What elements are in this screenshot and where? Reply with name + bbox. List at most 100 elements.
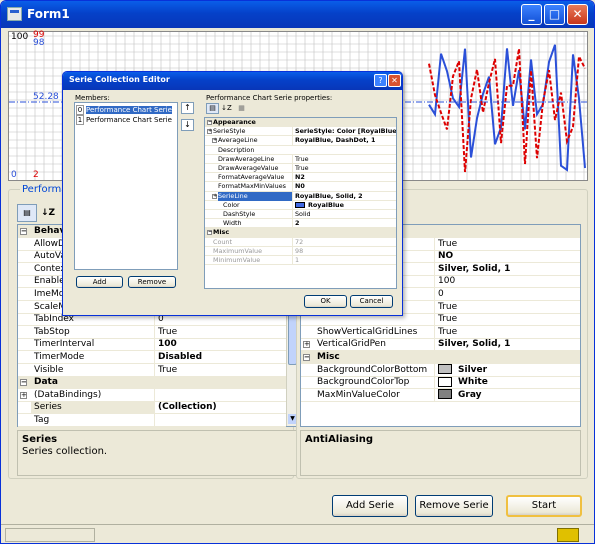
property-value[interactable]: RoyalBlue, DashDot, 1	[292, 136, 396, 146]
property-value[interactable]: N0	[292, 182, 396, 192]
property-row[interactable]: Count 72	[205, 237, 396, 247]
property-row[interactable]: Width 2	[205, 219, 396, 229]
property-value[interactable]	[154, 388, 286, 401]
property-row[interactable]: + (DataBindings)	[18, 388, 286, 402]
property-row[interactable]: FormatAverageValue N2	[205, 173, 396, 183]
expand-icon[interactable]: +	[207, 129, 212, 135]
member-item[interactable]: 1 Performance Chart Serie	[76, 115, 176, 125]
category-row[interactable]: − Misc	[205, 228, 396, 238]
expand-icon[interactable]: −	[207, 120, 212, 125]
property-value[interactable]: True	[434, 300, 580, 313]
property-value[interactable]: 100	[154, 338, 286, 351]
property-value[interactable]: N2	[292, 173, 396, 183]
title-bar[interactable]: Form1 _ □ ✕	[1, 1, 594, 28]
categorized-sort-icon[interactable]: ▤	[17, 204, 37, 222]
property-row[interactable]: + SerieLine RoyalBlue, Solid, 2	[205, 191, 396, 201]
property-value[interactable]: True	[292, 164, 396, 173]
property-value[interactable]: True	[154, 363, 286, 376]
expand-icon[interactable]: −	[303, 354, 310, 361]
category-row[interactable]: − Misc	[301, 351, 580, 364]
expand-icon[interactable]: +	[212, 138, 217, 144]
category-row[interactable]: − Data	[18, 376, 286, 390]
property-value[interactable]: Silver, Solid, 1	[434, 338, 580, 351]
expand-icon[interactable]: −	[20, 228, 27, 235]
property-value[interactable]: Solid	[292, 210, 396, 219]
property-row[interactable]: + VerticalGridPen Silver, Solid, 1	[301, 338, 580, 352]
expand-icon[interactable]: +	[20, 391, 27, 399]
dialog-remove-button[interactable]: Remove	[128, 276, 176, 288]
start-button[interactable]: Start	[506, 495, 582, 517]
property-value[interactable]: True	[154, 325, 286, 338]
property-row[interactable]: Visible True	[18, 363, 286, 377]
dialog-property-grid[interactable]: − Appearance + SerieStyle SerieStyle: Color …	[204, 117, 397, 289]
move-down-button[interactable]: ↓	[181, 119, 194, 131]
expand-icon[interactable]: +	[303, 341, 310, 349]
property-value[interactable]: True	[434, 237, 580, 250]
dialog-title-bar[interactable]: Serie Collection Editor ? ✕	[63, 72, 402, 90]
cancel-button[interactable]: Cancel	[350, 295, 393, 308]
property-row[interactable]: MinimumValue 1	[205, 256, 396, 266]
expand-icon[interactable]: −	[207, 230, 212, 236]
property-value[interactable]: RoyalBlue	[292, 200, 396, 210]
property-value[interactable]: True	[434, 313, 580, 326]
move-up-button[interactable]: ↑	[181, 102, 194, 114]
property-row[interactable]: Series (Collection)	[18, 401, 286, 415]
property-value[interactable]: Gray	[434, 388, 580, 401]
property-row[interactable]: BackgroundColorBottom Silver	[301, 363, 580, 377]
add-serie-button[interactable]: Add Serie	[332, 495, 408, 517]
help-button[interactable]: ?	[374, 74, 387, 87]
property-row[interactable]: Tag	[18, 414, 286, 427]
value-text: White	[458, 377, 488, 388]
dialog-property-pages-icon[interactable]: ▦	[235, 103, 248, 114]
remove-serie-button[interactable]: Remove Serie	[415, 495, 493, 517]
property-value[interactable]: 0	[434, 288, 580, 300]
property-row[interactable]: Color RoyalBlue	[205, 200, 396, 210]
expand-icon[interactable]: +	[212, 193, 217, 199]
dialog-categorized-icon[interactable]: ▤	[206, 103, 219, 114]
property-row[interactable]: ShowVerticalGridLines True	[301, 325, 580, 339]
property-row[interactable]: TabStop True	[18, 325, 286, 339]
property-row[interactable]: MaximumValue 98	[205, 246, 396, 256]
property-value[interactable]: True	[434, 325, 580, 338]
property-value[interactable]: SerieStyle: Color [RoyalBlue] Sc	[292, 127, 396, 137]
value-text: Gray	[458, 389, 482, 400]
property-row[interactable]: TimerInterval 100	[18, 338, 286, 352]
property-value[interactable]: RoyalBlue, Solid, 2	[292, 191, 396, 201]
members-list[interactable]: 0 Performance Chart Serie 1 Performance Cha…	[74, 102, 178, 270]
dialog-close-button[interactable]: ✕	[388, 74, 401, 87]
property-value[interactable]: White	[434, 376, 580, 389]
property-value[interactable]: NO	[434, 250, 580, 263]
property-value[interactable]: Silver	[434, 363, 580, 376]
property-value[interactable]: Disabled	[154, 351, 286, 363]
property-value[interactable]: 1	[292, 256, 396, 265]
property-value[interactable]: Silver, Solid, 1	[434, 262, 580, 275]
close-button[interactable]: ✕	[567, 4, 588, 25]
property-value[interactable]: 100	[434, 275, 580, 288]
property-value[interactable]: 98	[292, 246, 396, 256]
maximize-button[interactable]: □	[544, 4, 565, 25]
alphabetical-sort-icon[interactable]: ↓Z	[38, 204, 58, 222]
property-row[interactable]: Description	[205, 146, 396, 155]
property-value[interactable]: 72	[292, 237, 396, 247]
property-row[interactable]: BackgroundColorTop White	[301, 376, 580, 390]
dialog-add-button[interactable]: Add	[76, 276, 123, 288]
value-text: True	[295, 154, 309, 163]
property-value[interactable]: True	[292, 154, 396, 164]
property-row[interactable]: + AverageLine RoyalBlue, DashDot, 1	[205, 136, 396, 146]
category-row[interactable]: − Appearance	[205, 118, 396, 128]
property-row[interactable]: + SerieStyle SerieStyle: Color [RoyalBlue]…	[205, 127, 396, 137]
property-value[interactable]: 2	[292, 219, 396, 229]
property-value[interactable]	[154, 414, 286, 426]
property-value[interactable]: (Collection)	[154, 401, 286, 414]
property-row[interactable]: MaxMinValueColor Gray	[301, 388, 580, 402]
property-row[interactable]: DrawAverageLine True	[205, 154, 396, 164]
minimize-button[interactable]: _	[521, 4, 542, 25]
dialog-alphabetical-icon[interactable]: ↓Z	[220, 103, 233, 114]
property-row[interactable]: FormatMaxMinValues N0	[205, 182, 396, 192]
property-row[interactable]: DashStyle Solid	[205, 210, 396, 220]
property-row[interactable]: TimerMode Disabled	[18, 351, 286, 364]
expand-icon[interactable]: −	[20, 379, 27, 387]
property-row[interactable]: DrawAverageValue True	[205, 164, 396, 174]
member-item[interactable]: 0 Performance Chart Serie	[76, 105, 176, 115]
ok-button[interactable]: OK	[304, 295, 347, 308]
